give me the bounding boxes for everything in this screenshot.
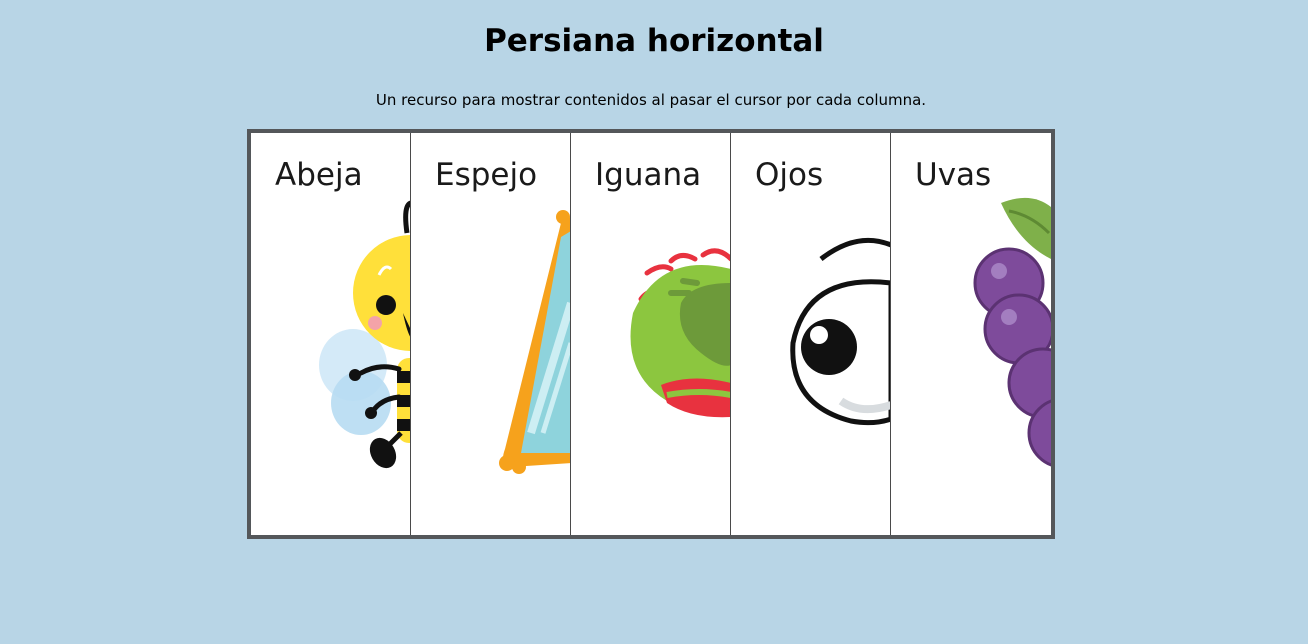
column-label: Uvas [915,157,992,193]
page-title: Persiana horizontal [484,23,824,59]
page-subtitle: Un recurso para mostrar contenidos al pa… [375,91,927,109]
blind-column-uvas[interactable]: Uvas [891,133,1051,535]
column-label: Ojos [755,157,824,193]
column-label: Iguana [595,157,702,193]
blind-column-ojos[interactable]: Ojos [731,133,891,535]
column-label: Espejo [435,157,538,193]
horizontal-blind: Abeja Espejo Iguana Ojos Uvas [247,129,1055,539]
blind-column-abeja[interactable]: Abeja [251,133,411,535]
column-label: Abeja [275,157,363,193]
blind-column-iguana[interactable]: Iguana [571,133,731,535]
blind-column-espejo[interactable]: Espejo [411,133,571,535]
